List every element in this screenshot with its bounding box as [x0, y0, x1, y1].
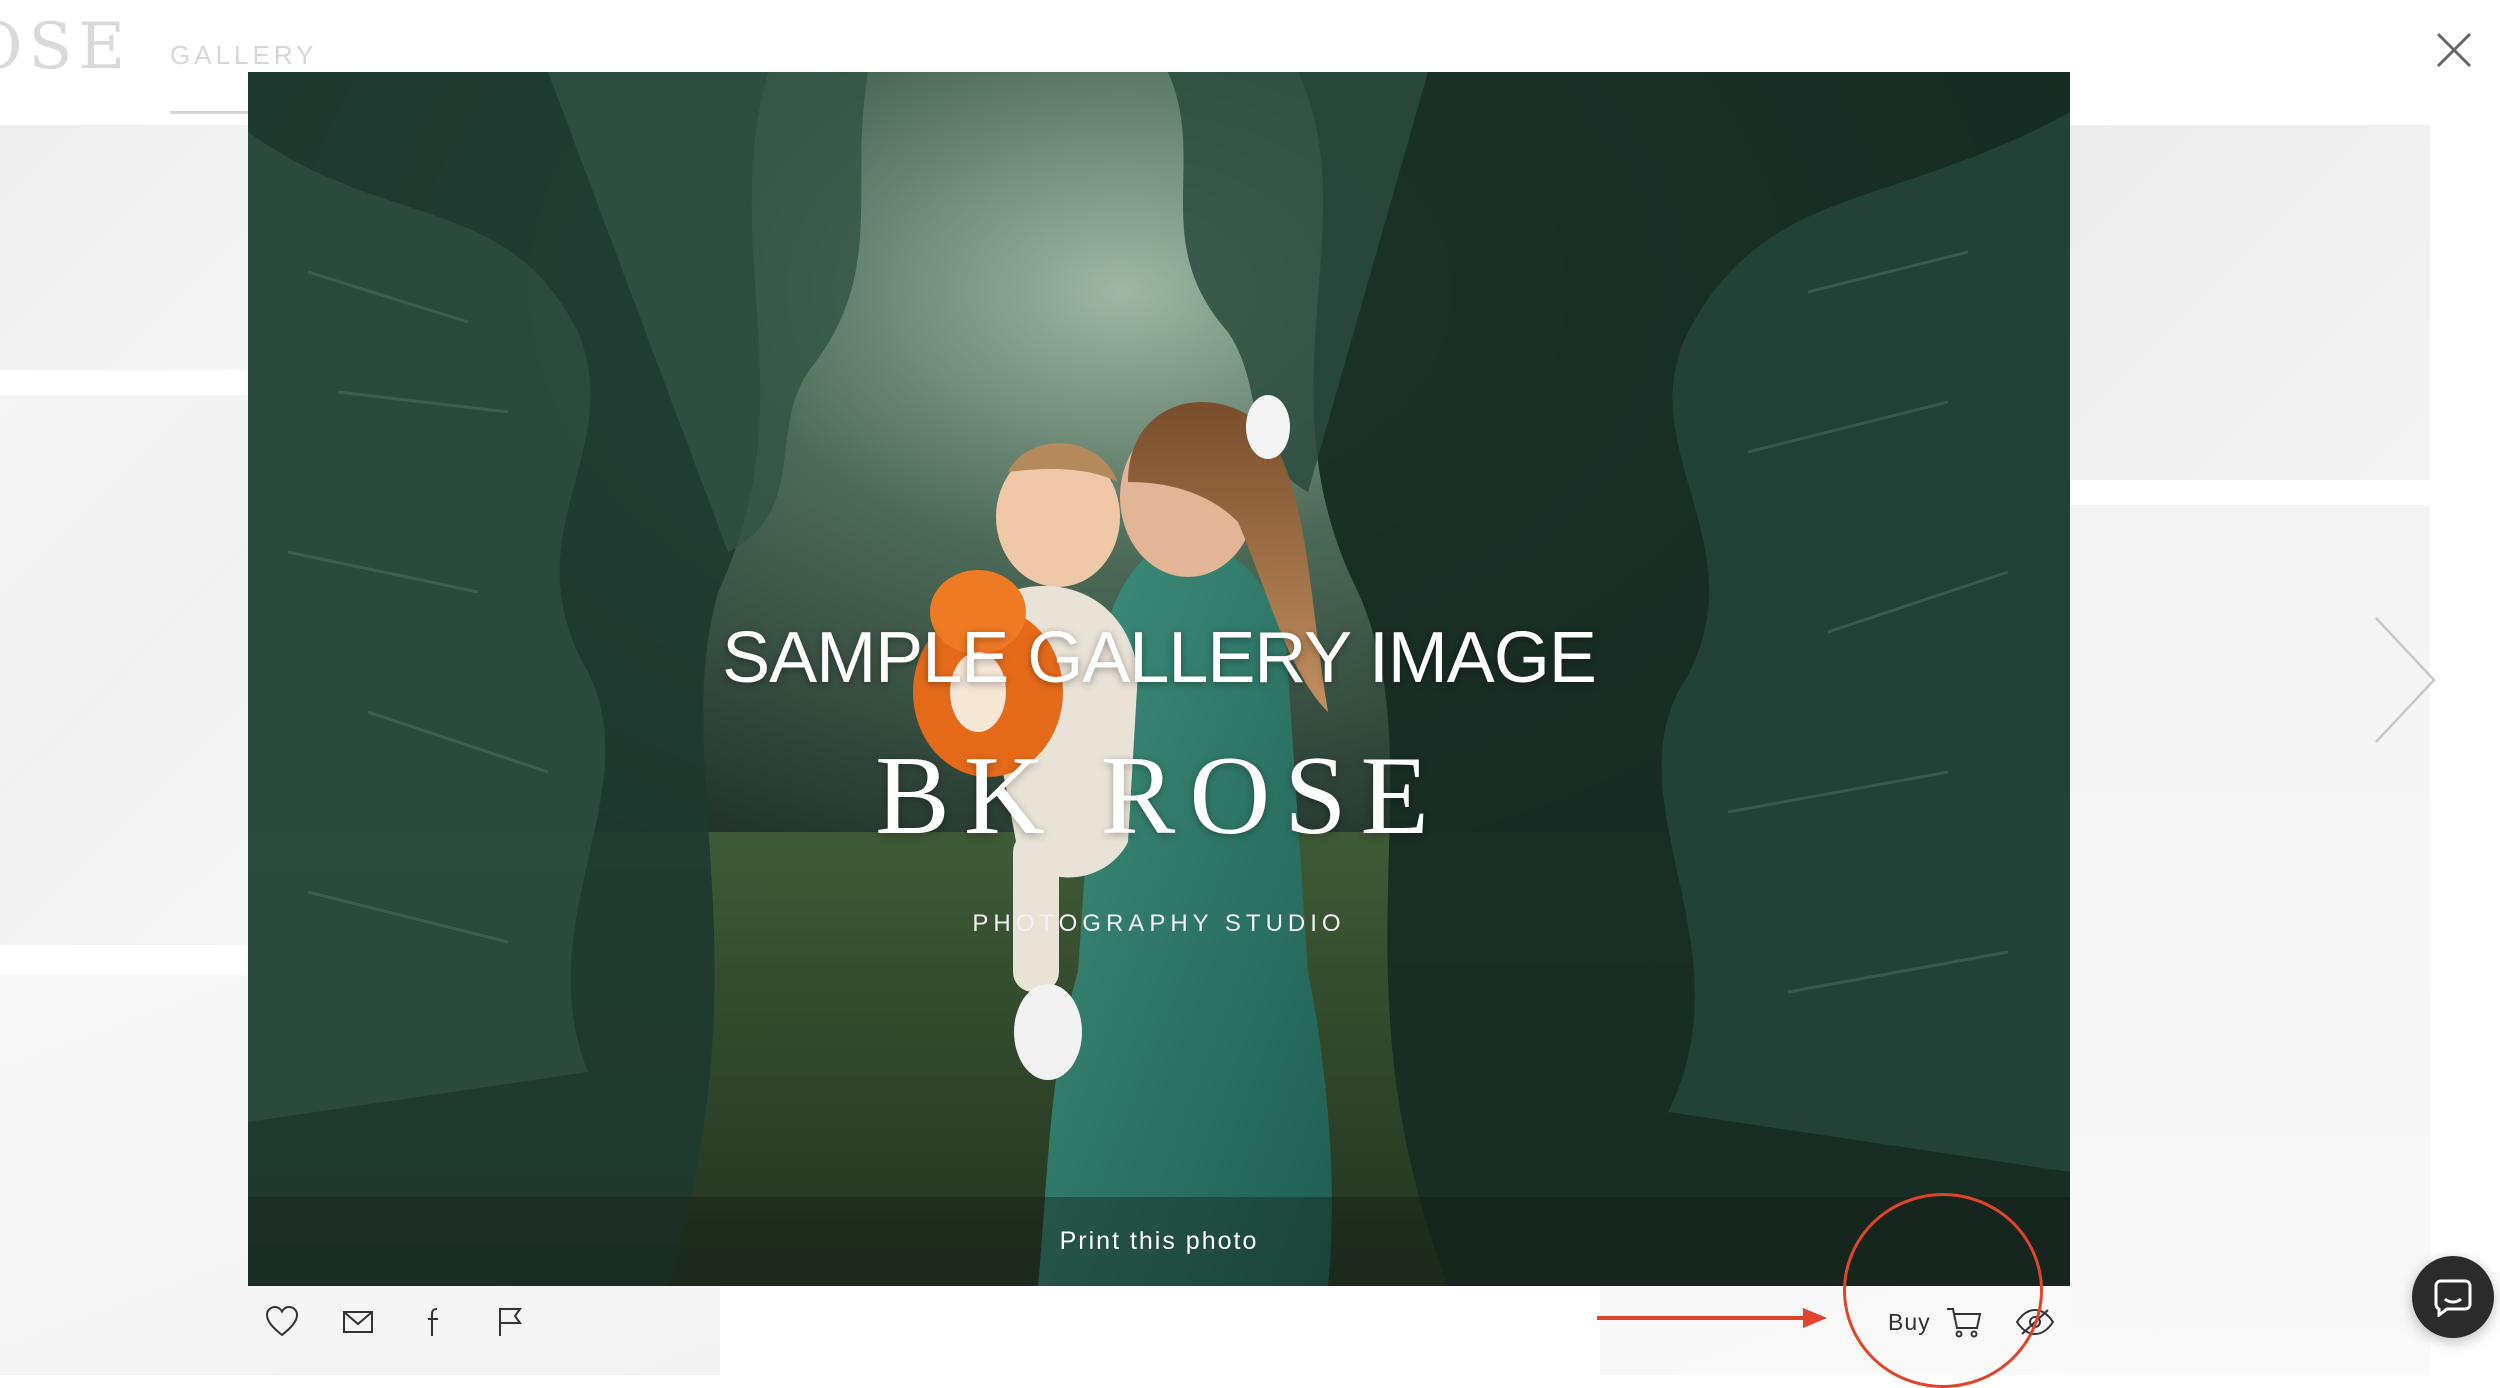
- facebook-icon: [428, 1308, 438, 1336]
- close-button[interactable]: [2432, 28, 2476, 72]
- watermark-brand: BK ROSE: [875, 734, 1443, 858]
- chat-widget-button[interactable]: [2412, 1256, 2494, 1338]
- favorite-button[interactable]: [264, 1304, 300, 1340]
- chevron-right-icon: [2375, 617, 2436, 743]
- lightbox-photo[interactable]: SAMPLE GALLERY IMAGE BK ROSE PHOTOGRAPHY…: [248, 72, 2070, 1286]
- gallery-thumbnail: [0, 125, 250, 370]
- flag-icon: [499, 1308, 522, 1336]
- facebook-share-button[interactable]: [416, 1304, 452, 1340]
- site-logo: OSE: [0, 10, 132, 84]
- close-icon: [2436, 32, 2472, 68]
- print-photo-link[interactable]: Print this photo: [1060, 1227, 1259, 1256]
- email-button[interactable]: [340, 1304, 376, 1340]
- next-image-button[interactable]: [2360, 610, 2440, 750]
- report-button[interactable]: [492, 1304, 528, 1340]
- gallery-thumbnail: [2070, 125, 2430, 480]
- annotation-circle: [1843, 1193, 2043, 1388]
- watermark-title: SAMPLE GALLERY IMAGE: [722, 618, 1597, 698]
- chat-bubble-icon: [2434, 1279, 2472, 1317]
- watermark-subtitle: PHOTOGRAPHY STUDIO: [972, 910, 1346, 937]
- heart-icon: [265, 1305, 299, 1337]
- print-bar: Print this photo: [248, 1197, 2070, 1286]
- annotation-arrow: [1597, 1308, 1827, 1328]
- envelope-icon: [343, 1311, 373, 1333]
- gallery-thumbnail: [0, 395, 250, 945]
